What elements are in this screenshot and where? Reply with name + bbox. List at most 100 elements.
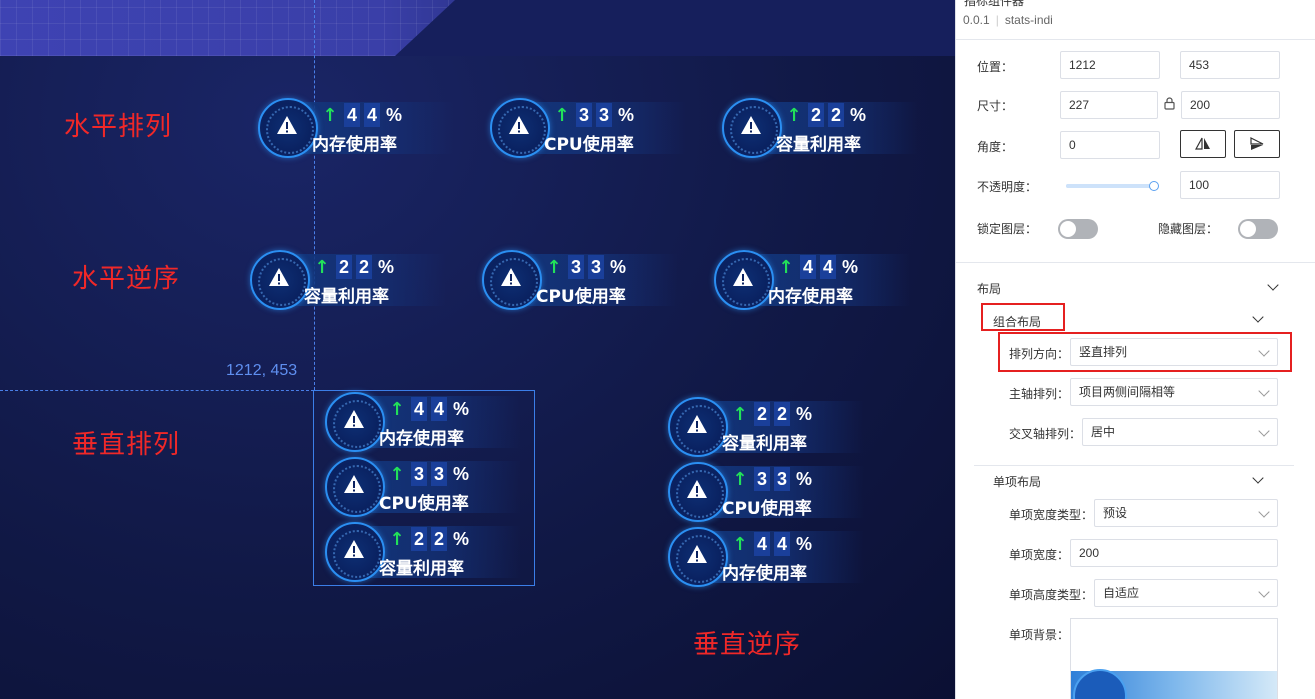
percent-sign: % [386,104,403,125]
chevron-down-icon[interactable] [1252,472,1264,484]
stat-label: 容量利用率 [304,287,389,307]
warning-icon [741,116,761,134]
component-version: 0.0.1 [963,13,990,27]
item-width-type-label: 单项宽度类型： [1009,508,1094,522]
warning-icon [687,480,707,498]
stat-card[interactable]: ↑ 4 4% 内存使用率 [714,250,914,312]
warning-icon [509,116,529,134]
percent-sign: % [610,256,627,277]
warning-icon [501,268,521,286]
stat-card[interactable]: ↑ 4 4% 内存使用率 [668,527,868,589]
properties-panel: 指标组件器 0.0.1 | stats-indi 位置： 1212 453 尺寸： … [955,0,1315,699]
percent-sign: % [378,256,395,277]
item-layout-title[interactable]: 单项布局 [993,473,1041,490]
decorative-header-band-dark [395,0,955,56]
stat-label: 内存使用率 [722,564,807,584]
divider [956,39,1315,40]
stat-digit: 4 [754,532,770,556]
stat-card[interactable]: ↑ 3 3% CPU使用率 [668,462,868,524]
vertical-guide-line [314,0,315,390]
size-label: 尺寸： [977,99,1014,113]
lock-aspect-icon[interactable] [1164,97,1175,110]
stat-digit: 2 [754,402,770,426]
flip-vertical-icon [1250,137,1264,150]
item-height-type-select[interactable]: 自适应 [1094,579,1278,607]
horizontal-guide-line [0,390,314,391]
stat-digit: 3 [754,467,770,491]
stat-card[interactable]: ↑ 3 3% CPU使用率 [490,98,690,160]
opacity-label: 不透明度： [977,180,1038,194]
warning-icon [269,268,289,286]
component-title: 指标组件器 [964,0,1025,8]
selection-box[interactable] [313,390,535,586]
stat-digit: 3 [774,467,790,491]
stat-label: 容量利用率 [722,434,807,454]
stat-card[interactable]: ↑ 2 2% 容量利用率 [722,98,922,160]
arrow-up-icon: ↑ [322,104,338,126]
item-width-input[interactable]: 200 [1070,539,1278,567]
warning-icon [687,545,707,563]
percent-sign: % [796,468,813,489]
percent-sign: % [796,533,813,554]
opacity-slider-thumb[interactable] [1149,181,1159,191]
cross-axis-select[interactable]: 居中 [1082,418,1278,446]
size-width-input[interactable]: 227 [1060,91,1158,119]
size-height-input[interactable]: 200 [1181,91,1280,119]
stat-card[interactable]: ↑ 2 2% 容量利用率 [668,397,868,459]
design-canvas[interactable]: 1212, 453 水平排列 水平逆序 垂直排列 垂直逆序 ↑ 4 4% 内存使用率 … [0,0,955,699]
opacity-input[interactable]: 100 [1180,171,1280,199]
stat-digit: 3 [588,255,604,279]
stat-digit: 4 [800,255,816,279]
stat-label: CPU使用率 [722,499,812,519]
heading-vertical: 垂直排列 [72,430,181,460]
cross-axis-label: 交叉轴排列： [1009,427,1082,441]
stat-digit: 2 [356,255,372,279]
stat-digit: 2 [808,103,824,127]
position-y-input[interactable]: 453 [1180,51,1280,79]
arrow-up-icon: ↑ [554,104,570,126]
stat-card[interactable]: ↑ 4 4% 内存使用率 [258,98,458,160]
coordinate-readout: 1212, 453 [226,362,298,379]
stat-label: 内存使用率 [312,135,397,155]
percent-sign: % [796,403,813,424]
layout-section-title[interactable]: 布局 [977,280,1001,297]
hide-layer-toggle[interactable] [1238,219,1278,239]
main-axis-select[interactable]: 项目两侧间隔相等 [1070,378,1278,406]
stat-digit: 4 [820,255,836,279]
stat-digit: 2 [336,255,352,279]
stat-digit: 4 [344,103,360,127]
stat-digit: 2 [828,103,844,127]
stat-digit: 4 [774,532,790,556]
arrow-up-icon: ↑ [778,256,794,278]
stat-label: CPU使用率 [536,287,626,307]
item-width-type-select[interactable]: 预设 [1094,499,1278,527]
opacity-slider-fill [1066,184,1154,188]
stat-digit: 4 [364,103,380,127]
arrow-up-icon: ↑ [314,256,330,278]
percent-sign: % [850,104,867,125]
item-height-type-label: 单项高度类型： [1009,588,1094,602]
warning-icon [277,116,297,134]
item-background-label: 单项背景： [1009,628,1070,642]
chevron-down-icon[interactable] [1267,279,1279,291]
arrow-up-icon: ↑ [786,104,802,126]
arrow-up-icon: ↑ [546,256,562,278]
lock-layer-label: 锁定图层： [977,222,1038,236]
flip-vertical-button[interactable] [1234,130,1280,158]
angle-input[interactable]: 0 [1060,131,1160,159]
stat-label: CPU使用率 [544,135,634,155]
stat-card[interactable]: ↑ 3 3% CPU使用率 [482,250,682,312]
hide-layer-label: 隐藏图层： [1158,222,1219,236]
main-axis-label: 主轴排列： [1009,387,1070,401]
warning-icon [733,268,753,286]
heading-horizontal-reverse: 水平逆序 [72,264,181,294]
lock-layer-toggle[interactable] [1058,219,1098,239]
position-x-input[interactable]: 1212 [1060,51,1160,79]
item-background-picker[interactable] [1070,618,1278,699]
stat-card[interactable]: ↑ 2 2% 容量利用率 [250,250,450,312]
flip-horizontal-icon [1195,137,1210,150]
chevron-down-icon[interactable] [1252,311,1264,323]
component-id: stats-indi [1004,13,1053,27]
flip-horizontal-button[interactable] [1180,130,1226,158]
arrow-up-icon: ↑ [732,403,748,425]
